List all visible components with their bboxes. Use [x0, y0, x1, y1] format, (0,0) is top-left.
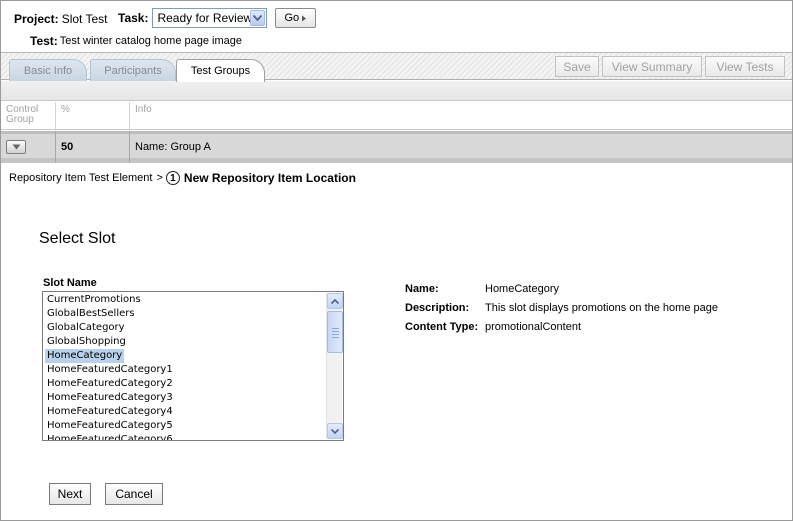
- expand-cell: [1, 131, 56, 163]
- tab-label: Participants: [104, 64, 162, 77]
- step-number-badge: 1: [165, 171, 180, 185]
- save-button-label: Save: [563, 59, 591, 74]
- slot-listbox[interactable]: CurrentPromotions GlobalBestSellers Global…: [42, 291, 344, 441]
- task-select[interactable]: Ready for Review: [152, 8, 268, 28]
- list-item[interactable]: GlobalCategory: [45, 321, 127, 335]
- breadcrumb-separator: >: [156, 172, 163, 184]
- scroll-up-arrow[interactable]: [327, 293, 343, 309]
- column-header-percent: %: [56, 102, 130, 129]
- list-item[interactable]: CurrentPromotions: [45, 293, 143, 307]
- next-button-label: Next: [57, 487, 83, 501]
- tab-label: Basic Info: [23, 64, 73, 77]
- toolbar-strip: [1, 81, 792, 101]
- view-summary-button-label: View Summary: [611, 59, 693, 74]
- cancel-button-label: Cancel: [115, 487, 153, 501]
- description-label: Description:: [405, 301, 470, 314]
- column-header-control-group: Control Group: [1, 102, 56, 129]
- page-title: Select Slot: [39, 230, 116, 247]
- slot-details: Name: HomeCategory Description: This slo…: [405, 279, 718, 336]
- go-button-label: Go: [284, 12, 300, 24]
- name-value: HomeCategory: [485, 282, 559, 295]
- tab-basic-info[interactable]: Basic Info: [9, 59, 87, 81]
- task-label: Task:: [118, 11, 149, 25]
- chevron-down-icon[interactable]: [250, 10, 266, 26]
- name-label: Name:: [405, 282, 439, 295]
- slot-items: CurrentPromotions GlobalBestSellers Global…: [45, 293, 325, 440]
- info-cell: Name: Group A: [135, 141, 211, 153]
- table-row: 50 Name: Group A: [1, 131, 792, 163]
- view-summary-button[interactable]: View Summary: [602, 56, 702, 77]
- grip-line: [332, 331, 339, 332]
- column-header-info: Info: [135, 104, 152, 115]
- scroll-thumb[interactable]: [327, 311, 343, 353]
- scroll-down-arrow[interactable]: [327, 423, 343, 439]
- triangle-down-icon: [12, 144, 20, 150]
- list-item[interactable]: HomeFeaturedCategory4: [45, 405, 175, 419]
- list-item[interactable]: GlobalShopping: [45, 335, 128, 349]
- detail-name-row: Name: HomeCategory: [405, 279, 718, 298]
- description-value: This slot displays promotions on the hom…: [485, 301, 718, 314]
- chevron-down-icon: [331, 428, 339, 434]
- breadcrumb: Repository Item Test Element > 1 New Rep…: [9, 169, 356, 187]
- task-control: Task: Ready for Review Go: [118, 7, 317, 29]
- project-label: Project:: [14, 12, 59, 26]
- content-type-value: promotionalContent: [485, 320, 582, 333]
- test-info: Test: Test winter catalog home page imag…: [30, 32, 242, 50]
- go-button[interactable]: Go: [275, 8, 317, 28]
- list-item[interactable]: HomeFeaturedCategory1: [45, 363, 175, 377]
- list-item[interactable]: HomeFeaturedCategory2: [45, 377, 175, 391]
- list-item[interactable]: HomeFeaturedCategory6: [45, 433, 175, 440]
- list-item[interactable]: HomeFeaturedCategory3: [45, 391, 175, 405]
- project-info: Project: Slot Test: [14, 9, 108, 29]
- expand-button[interactable]: [6, 140, 26, 154]
- tab-bar: Basic Info Participants Test Groups Save…: [1, 52, 792, 82]
- percent-cell: 50: [56, 131, 130, 163]
- detail-content-type-row: Content Type: promotionalContent: [405, 317, 718, 336]
- tab-participants[interactable]: Participants: [90, 59, 176, 81]
- slot-name-label: Slot Name: [43, 277, 97, 289]
- list-item[interactable]: HomeCategory: [45, 349, 125, 363]
- cancel-button[interactable]: Cancel: [105, 483, 163, 505]
- breadcrumb-current: New Repository Item Location: [183, 171, 356, 185]
- grip-line: [332, 337, 339, 338]
- list-item[interactable]: GlobalBestSellers: [45, 307, 137, 321]
- project-value: Slot Test: [61, 12, 108, 26]
- test-label: Test:: [30, 34, 58, 48]
- next-button[interactable]: Next: [49, 483, 91, 505]
- view-tests-button-label: View Tests: [716, 59, 774, 74]
- tab-test-groups[interactable]: Test Groups: [176, 59, 265, 82]
- play-arrow-icon: [302, 15, 307, 21]
- save-button[interactable]: Save: [555, 56, 599, 77]
- task-selected-value: Ready for Review: [157, 11, 253, 25]
- table-header: Control Group % Info: [1, 102, 792, 130]
- tab-label: Test Groups: [190, 65, 251, 77]
- test-value: Test winter catalog home page image: [59, 35, 242, 47]
- scrollbar[interactable]: [326, 293, 343, 439]
- detail-description-row: Description: This slot displays promotio…: [405, 298, 718, 317]
- grip-line: [332, 334, 339, 335]
- content-type-label: Content Type:: [405, 320, 479, 333]
- view-tests-button[interactable]: View Tests: [705, 56, 785, 77]
- breadcrumb-parent[interactable]: Repository Item Test Element: [9, 172, 152, 184]
- grip-line: [332, 328, 339, 329]
- list-item[interactable]: HomeFeaturedCategory5: [45, 419, 175, 433]
- chevron-up-icon: [331, 298, 339, 304]
